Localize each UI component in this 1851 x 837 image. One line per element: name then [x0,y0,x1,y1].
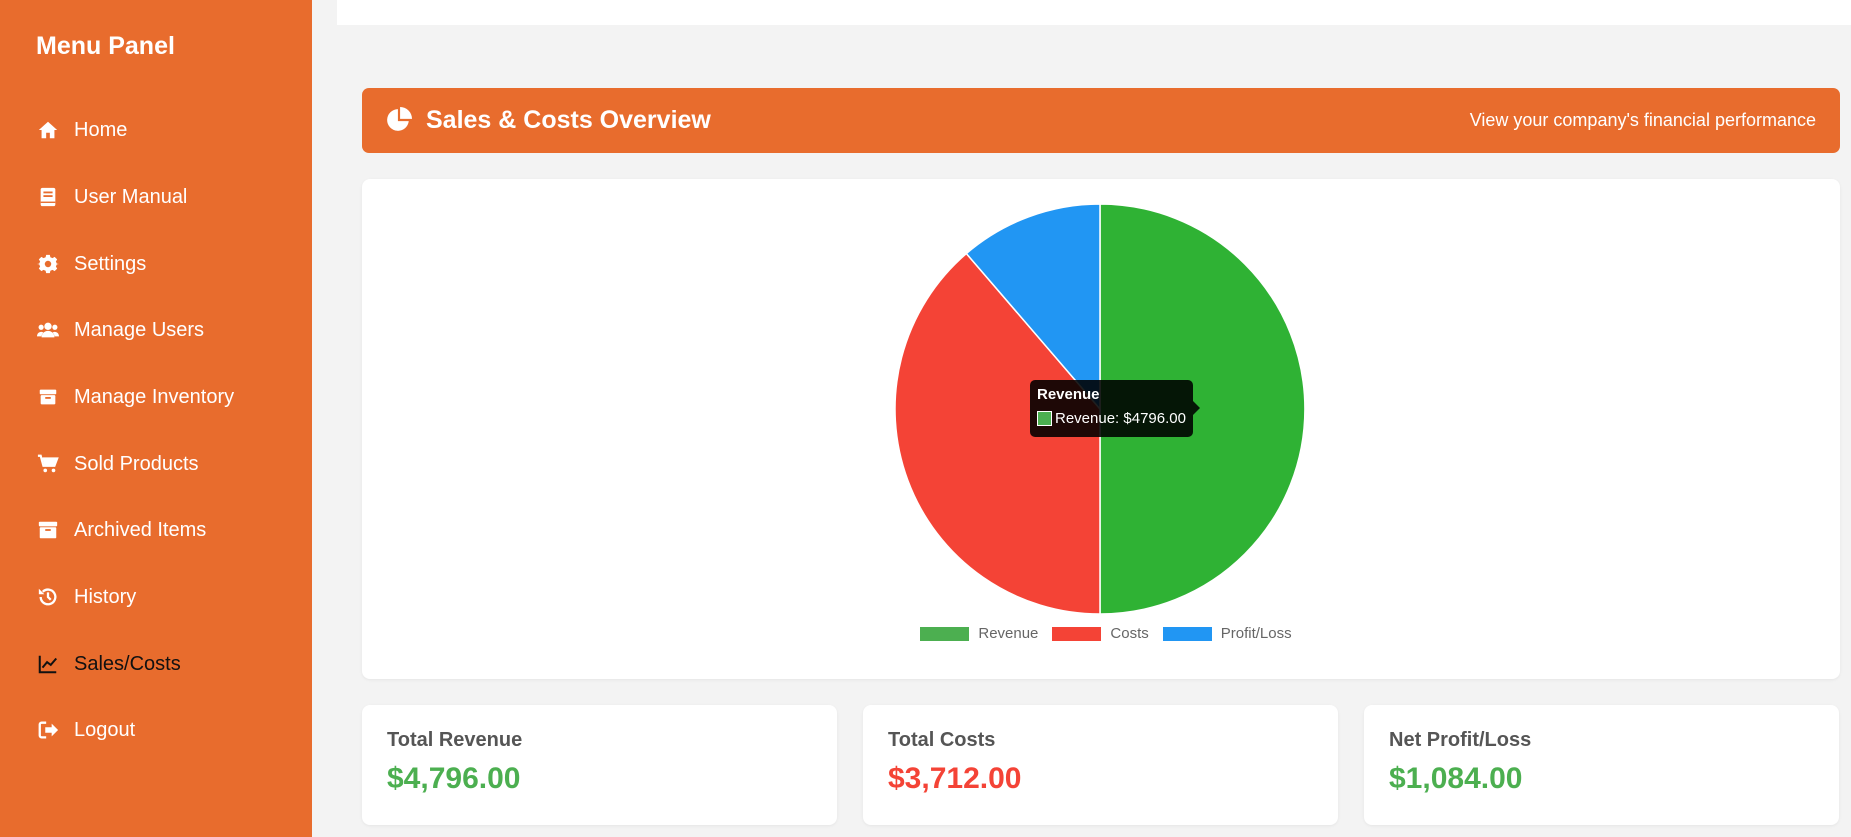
stat-card-total-revenue: Total Revenue $4,796.00 [362,705,837,825]
tooltip-body: Revenue: $4796.00 [1037,410,1186,427]
stat-value: $1,084.00 [1389,762,1523,795]
sidebar-item-label: Logout [74,718,136,741]
sidebar-item-user-manual[interactable]: User Manual [0,167,312,227]
sidebar-item-manage-users[interactable]: Manage Users [0,300,312,360]
home-icon [36,118,60,142]
stat-label: Net Profit/Loss [1389,729,1532,751]
page-title: Sales & Costs Overview [426,106,711,134]
box-icon [36,385,60,409]
legend-swatch [920,626,970,641]
legend-item-profit-loss[interactable]: Profit/Loss [1162,625,1292,642]
chart-line-icon [36,652,60,676]
page-header-banner: Sales & Costs Overview View your company… [362,88,1840,153]
legend-label: Costs [1110,625,1149,642]
sidebar-item-manage-inventory[interactable]: Manage Inventory [0,367,312,427]
legend-swatch [1162,626,1212,641]
sidebar-item-label: Archived Items [74,518,207,541]
chart-card: Revenue Costs Profit/Loss Revenue Revenu… [362,179,1840,679]
tooltip-swatch [1037,411,1052,426]
pie-chart-icon [386,106,414,135]
stat-value: $3,712.00 [888,762,1022,795]
sidebar-item-label: Home [74,118,128,141]
sidebar-item-history[interactable]: History [0,567,312,627]
sidebar-item-home[interactable]: Home [0,100,312,160]
sidebar-item-label: Manage Users [74,318,205,341]
sidebar-title: Menu Panel [36,32,175,60]
sidebar-item-label: Sales/Costs [74,652,181,675]
top-bar [337,0,1851,25]
sidebar-item-sales-costs[interactable]: Sales/Costs [0,634,312,694]
stat-card-total-costs: Total Costs $3,712.00 [863,705,1338,825]
tooltip-title: Revenue [1037,386,1100,403]
chart-tooltip: Revenue Revenue: $4796.00 [1030,380,1200,437]
users-icon [36,318,60,342]
sidebar-item-label: User Manual [74,185,188,208]
book-icon [36,185,60,209]
stat-value: $4,796.00 [387,762,521,795]
archive-icon [36,518,60,542]
history-icon [36,585,60,609]
stat-card-net-profit-loss: Net Profit/Loss $1,084.00 [1364,705,1839,825]
stat-label: Total Costs [888,729,996,751]
legend-label: Revenue [978,625,1039,642]
cart-icon [36,452,60,476]
sidebar-item-label: Settings [74,252,147,275]
legend-swatch [1052,626,1102,641]
sidebar-item-settings[interactable]: Settings [0,234,312,294]
sidebar-item-archived-items[interactable]: Archived Items [0,500,312,560]
sidebar-item-label: History [74,585,137,608]
legend-item-costs[interactable]: Costs [1052,625,1149,642]
tooltip-text: Revenue: $4796.00 [1055,410,1186,427]
stat-label: Total Revenue [387,729,523,751]
sidebar-item-label: Manage Inventory [74,385,235,408]
gear-icon [36,252,60,276]
legend-item-revenue[interactable]: Revenue [920,625,1038,642]
page-subtitle: View your company's financial performanc… [1469,110,1816,130]
sidebar: Menu Panel Home User Manual Settings Man… [0,0,312,837]
sidebar-item-sold-products[interactable]: Sold Products [0,434,312,494]
legend-label: Profit/Loss [1220,625,1292,642]
logout-icon [36,718,60,742]
chart-legend: Revenue Costs Profit/Loss [362,625,1840,642]
sidebar-item-logout[interactable]: Logout [0,700,312,760]
sidebar-item-label: Sold Products [74,452,199,475]
